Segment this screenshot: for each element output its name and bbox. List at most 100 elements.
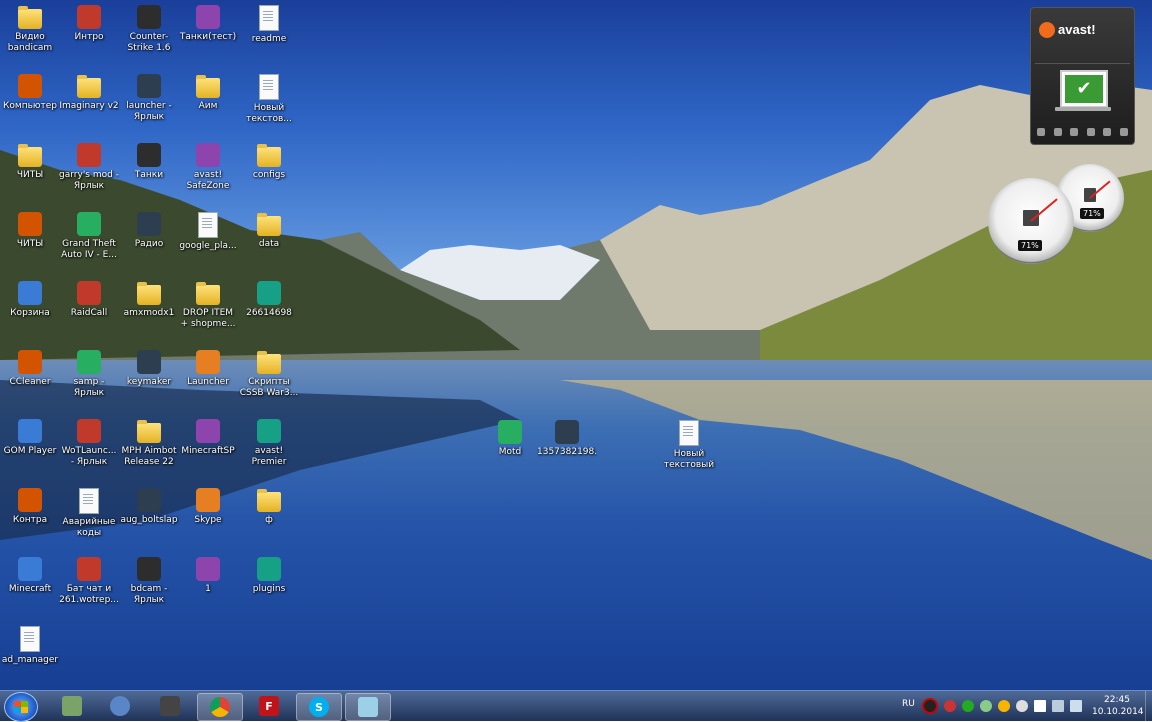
desktop-icon[interactable]: configs (239, 143, 299, 181)
desktop-icon[interactable]: avast! Premier (239, 419, 299, 468)
desktop-icon[interactable]: google_pla... (178, 212, 238, 252)
desktop-icon[interactable]: RaidCall (59, 281, 119, 319)
desktop-icon[interactable]: aug_boltslap (119, 488, 179, 526)
desktop-icon-label: Motd (498, 447, 522, 457)
desktop-icon[interactable]: 26614698 (239, 281, 299, 319)
desktop-icon-label: bdcam - Ярлык (130, 584, 168, 605)
volume-icon[interactable] (1070, 700, 1082, 712)
twitter-icon[interactable] (1086, 128, 1095, 136)
tray-app-icon[interactable] (1016, 700, 1028, 712)
desktop-icon[interactable]: readme (239, 5, 299, 45)
tool-icon[interactable] (1053, 128, 1062, 136)
taskbar-world-of-tanks[interactable] (148, 693, 192, 719)
desktop-icon[interactable]: Launcher (178, 350, 238, 388)
tray-app-icon[interactable] (998, 700, 1010, 712)
desktop-icon[interactable]: Motd (480, 420, 540, 458)
desktop-icon[interactable]: ф (239, 488, 299, 526)
desktop-icon-label: Skype (194, 515, 222, 525)
tool-icon[interactable] (1070, 128, 1079, 136)
desktop-icon[interactable]: 1357382198... (537, 420, 597, 458)
tool-icon[interactable] (1037, 128, 1045, 136)
desktop-icon[interactable]: CCleaner (0, 350, 60, 388)
avast-widget[interactable]: avast! ✔ (1030, 7, 1135, 145)
clock[interactable]: 22:45 10.10.2014 (1092, 694, 1144, 718)
desktop-icon[interactable]: 1 (178, 557, 238, 595)
facebook-icon[interactable] (1103, 128, 1112, 136)
folder-icon (257, 144, 281, 167)
desktop-icon[interactable]: Скрипты CSSB War3... (239, 350, 299, 399)
desktop-icon[interactable]: Танки (119, 143, 179, 181)
desktop-icon[interactable]: Видио bandicam (0, 5, 60, 54)
desktop-icon[interactable]: Новый текстов... (239, 74, 299, 125)
network-icon[interactable] (1052, 700, 1064, 712)
desktop-icon[interactable]: Интро (59, 5, 119, 43)
desktop-icon[interactable]: keymaker (119, 350, 179, 388)
desktop-icon[interactable]: Skype (178, 488, 238, 526)
folder-icon (137, 282, 161, 305)
taskbar-skype[interactable]: S (296, 693, 342, 721)
desktop-icon-label: amxmodx1 (123, 308, 175, 318)
start-button[interactable] (4, 692, 38, 722)
desktop-icon[interactable]: Аим (178, 74, 238, 112)
taskbar-filezilla[interactable]: F (247, 693, 291, 719)
desktop-icon[interactable]: Бат чат и 261.wotrep... (59, 557, 119, 606)
app-icon (137, 557, 161, 581)
desktop-icon[interactable]: samp - Ярлык (59, 350, 119, 399)
tray-app-icon[interactable] (944, 700, 956, 712)
desktop-icon-label: 26614698 (246, 308, 292, 318)
desktop-icon[interactable]: Imaginary v2 (59, 74, 119, 112)
desktop-icon[interactable]: Радио (119, 212, 179, 250)
taskbar-chrome[interactable] (197, 693, 243, 721)
desktop-icon-label: DROP ITEM + shopme... (180, 308, 236, 329)
cpu-gauge[interactable]: 71% (988, 178, 1074, 264)
show-desktop-button[interactable] (1145, 691, 1152, 721)
desktop-icon[interactable]: GOM Player (0, 419, 60, 457)
desktop-icon[interactable]: amxmodx1 (119, 281, 179, 319)
flag-icon[interactable] (1034, 700, 1046, 712)
desktop-icon[interactable]: Minecraft (0, 557, 60, 595)
tray-app-icon[interactable] (980, 700, 992, 712)
desktop-icon[interactable]: ЧИТЫ (0, 212, 60, 250)
desktop-icon[interactable]: WoTLaunc... - Ярлык (59, 419, 119, 468)
desktop-icon-label: Imaginary v2 (59, 101, 119, 111)
avast-logo: avast! (1039, 21, 1096, 39)
desktop-icon-label: Аим (198, 101, 218, 111)
taskbar-speakers[interactable] (98, 693, 142, 719)
clock-time: 22:45 (1104, 695, 1130, 705)
desktop-icon-label: avast! Premier (251, 446, 287, 467)
app-icon (257, 557, 281, 581)
desktop-icon[interactable]: data (239, 212, 299, 250)
desktop-icon[interactable]: Counter-Strike 1.6 (119, 5, 179, 54)
desktop-icon[interactable]: DROP ITEM + shopme... (178, 281, 238, 330)
document-icon (259, 74, 279, 100)
desktop-icon[interactable]: ad_manager (0, 626, 60, 666)
desktop-icon[interactable]: MinecraftSP (178, 419, 238, 457)
desktop-icon[interactable]: MPH Aimbot Release 22 (119, 419, 179, 468)
tray-app-icon[interactable] (962, 700, 974, 712)
desktop-icon-label: Компьютер (3, 101, 57, 111)
desktop-icon-label: data (258, 239, 280, 249)
desktop-icon[interactable]: Аварийные коды (59, 488, 119, 539)
desktop-icon[interactable]: launcher - Ярлык (119, 74, 179, 123)
desktop-icon[interactable]: bdcam - Ярлык (119, 557, 179, 606)
desktop-icon[interactable]: avast! SafeZone (178, 143, 238, 192)
desktop-icon[interactable]: Корзина (0, 281, 60, 319)
desktop-icon[interactable]: Танки(тест) (178, 5, 238, 43)
monitor-icon[interactable]: ✔ (1060, 70, 1108, 108)
desktop-icon[interactable]: ЧИТЫ (0, 143, 60, 181)
desktop-icon-label: Launcher (187, 377, 229, 387)
record-icon[interactable] (922, 698, 938, 714)
taskbar-aero-window[interactable] (345, 693, 391, 721)
language-indicator[interactable]: RU (902, 699, 915, 709)
desktop-icon[interactable]: Grand Theft Auto IV - E... (59, 212, 119, 261)
desktop-icon[interactable]: Контра (0, 488, 60, 526)
desktop-icon[interactable]: Компьютер (0, 74, 60, 112)
app-icon (77, 143, 101, 167)
desktop-icon[interactable]: plugins (239, 557, 299, 595)
folder-icon (196, 282, 220, 305)
taskbar-explorer[interactable] (50, 693, 94, 719)
desktop-icon[interactable]: Новый текстовый ... (659, 420, 719, 471)
skype-icon: S (309, 697, 329, 717)
desktop-icon[interactable]: garry's mod - Ярлык (59, 143, 119, 192)
share-icon[interactable] (1119, 128, 1128, 136)
